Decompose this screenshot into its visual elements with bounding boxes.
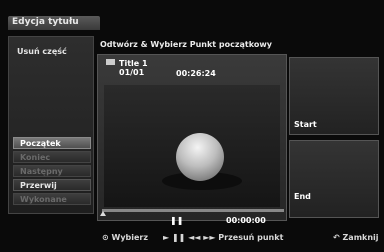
film-icon: [106, 59, 115, 65]
section-title: Usuń część: [17, 47, 67, 56]
cancel-button[interactable]: Przerwij: [13, 179, 91, 191]
window-title-bar: Edycja tytułu: [8, 16, 100, 30]
title-index: 01/01: [119, 68, 145, 77]
current-time: 00:00:00: [226, 216, 266, 225]
end-label: End: [294, 192, 311, 201]
help-select: ⊙ Wybierz: [102, 233, 149, 242]
main-header: Odtwórz & Wybierz Punkt początkowy: [100, 40, 272, 49]
help-bar: ⊙ Wybierz ► ❚❚ ◄◄ ►► Przesuń punkt ↶ Zam…: [0, 229, 384, 249]
next-button[interactable]: Następny: [13, 165, 91, 177]
progress-marker[interactable]: [100, 211, 106, 216]
help-close: ↶ Zamknij: [333, 233, 379, 242]
title-info: Title 1 01/01: [106, 59, 148, 77]
title-duration: 00:26:24: [176, 69, 216, 78]
left-menu-panel: Usuń część Początek Koniec Następny Prze…: [8, 36, 94, 214]
video-preview-image: [104, 85, 280, 207]
done-button[interactable]: Wykonane: [13, 193, 91, 205]
screen: Edycja tytułu Usuń część Początek Koniec…: [0, 0, 384, 252]
start-mark-box: Start: [289, 57, 379, 135]
progress-bar[interactable]: [102, 209, 284, 212]
start-button[interactable]: Początek: [13, 137, 91, 149]
start-label: Start: [294, 120, 317, 129]
end-button[interactable]: Koniec: [13, 151, 91, 163]
title-name: Title 1: [119, 59, 148, 68]
video-preview: [104, 85, 280, 207]
help-move-point: ► ❚❚ ◄◄ ►► Przesuń punkt: [163, 233, 284, 242]
window-title: Edycja tytułu: [12, 17, 79, 27]
end-mark-box: End: [289, 140, 379, 218]
video-area: Title 1 01/01 00:26:24 ❚❚ 00:00:00: [97, 54, 287, 225]
pause-icon: ❚❚: [170, 216, 184, 225]
